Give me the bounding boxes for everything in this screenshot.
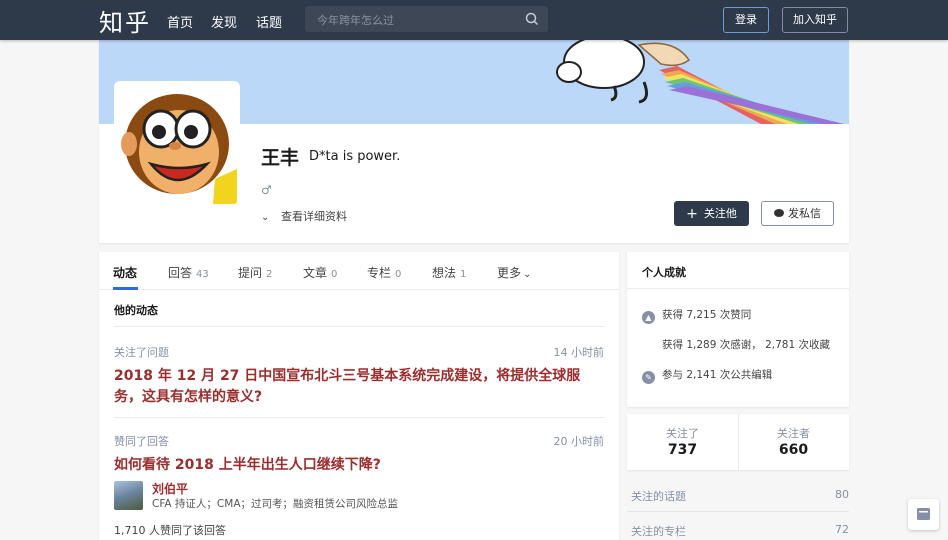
followed-topics-link[interactable]: 关注的话题 80 <box>627 478 849 512</box>
profile-tabs: 动态 回答 43 提问 2 文章 0 专栏 0 想法 1 更多 ⌄ <box>99 252 619 290</box>
achievements-card: 个人成就 ▲ 获得 7,215 次赞同 获得 1,289 次感谢， 2,781 次… <box>627 252 849 407</box>
tab-label: 专栏 <box>367 266 392 280</box>
tab-label: 回答 <box>168 266 193 280</box>
search-placeholder: 今年跨年怎么过 <box>317 14 394 27</box>
top-navbar: 知乎 首页 发现 话题 今年跨年怎么过 登录 加入知乎 <box>0 0 948 40</box>
edit-icon: ✎ <box>642 371 655 384</box>
tab-count: 0 <box>395 269 402 280</box>
user-headline: D*ta is power. <box>309 149 401 164</box>
message-label: 发私信 <box>788 207 821 220</box>
question-title-link[interactable]: 2018 年 12 月 27 日中国宣布北斗三号基本系统完成建设，将提供全球服务… <box>114 366 604 408</box>
divider <box>114 417 604 418</box>
achievement-likes: ▲ 获得 7,215 次赞同 <box>642 307 751 324</box>
chat-bubble-icon <box>774 209 784 217</box>
thumbs-up-icon: ▲ <box>642 311 655 324</box>
tab-count: 0 <box>331 269 338 280</box>
tab-count: 2 <box>266 269 273 280</box>
user-name: 王丰 <box>261 147 300 169</box>
view-details-link[interactable]: ⌄ 查看详细资料 <box>261 208 347 224</box>
plus-icon: + <box>686 206 698 222</box>
achievement-likes-text: 获得 7,215 次赞同 <box>662 309 752 321</box>
tab-articles[interactable]: 文章 0 <box>303 264 337 281</box>
following-label: 关注了 <box>666 427 699 440</box>
answer-likes: 1,710 人赞同了该回答 <box>114 524 226 537</box>
chevron-down-icon: ⌄ <box>261 212 270 223</box>
search-input[interactable]: 今年跨年怎么过 <box>305 6 548 32</box>
question-title-link[interactable]: 如何看待 2018 上半年出生人口继续下降? <box>114 455 604 476</box>
chevron-down-icon: ⌄ <box>523 269 532 280</box>
tab-label: 提问 <box>238 266 263 280</box>
follow-label: 关注他 <box>703 207 737 220</box>
link-label: 关注的专栏 <box>631 525 686 538</box>
link-count: 80 <box>835 488 849 501</box>
divider <box>114 326 604 327</box>
activity-action: 赞同了回答 <box>114 435 169 448</box>
author-avatar[interactable] <box>114 481 143 510</box>
achievement-thanks: 获得 1,289 次感谢， 2,781 次收藏 <box>662 339 830 351</box>
achievement-edits: ✎ 参与 2,141 次公共编辑 <box>642 367 772 384</box>
followers-count[interactable]: 关注者 660 <box>738 414 849 470</box>
section-title: 他的动态 <box>114 304 158 317</box>
search-icon[interactable] <box>524 11 540 27</box>
active-tab-indicator <box>113 287 138 290</box>
nav-discover[interactable]: 发现 <box>211 12 237 31</box>
tab-label: 文章 <box>303 266 328 280</box>
tab-thoughts[interactable]: 想法 1 <box>432 264 466 281</box>
tab-columns[interactable]: 专栏 0 <box>367 264 401 281</box>
tab-activity[interactable]: 动态 <box>113 264 137 281</box>
feedback-button[interactable] <box>908 499 939 530</box>
following-count[interactable]: 关注了 737 <box>627 414 738 470</box>
tab-count: 43 <box>196 269 209 280</box>
tab-label: 想法 <box>432 266 457 280</box>
achievements-title: 个人成就 <box>642 266 686 279</box>
divider <box>627 288 849 289</box>
book-icon <box>917 508 930 520</box>
join-button[interactable]: 加入知乎 <box>782 7 848 33</box>
activity-action: 关注了问题 <box>114 346 169 359</box>
follow-button[interactable]: + 关注他 <box>674 201 749 226</box>
avatar <box>114 81 240 207</box>
achievement-edits-text: 参与 2,141 次公共编辑 <box>662 369 773 381</box>
followers-label: 关注者 <box>777 427 810 440</box>
author-name-link[interactable]: 刘伯平 <box>152 480 188 497</box>
following-number: 737 <box>667 442 698 458</box>
tab-count: 1 <box>460 269 467 280</box>
tab-label: 更多 <box>497 266 522 280</box>
link-label: 关注的话题 <box>631 490 686 503</box>
details-label: 查看详细资料 <box>281 210 347 223</box>
activity-time: 20 小时前 <box>553 435 605 448</box>
followers-number: 660 <box>778 442 809 458</box>
profile-header: 王丰 D*ta is power. ♂ ⌄ 查看详细资料 + 关注他 发私信 <box>99 40 849 243</box>
tab-label: 动态 <box>113 266 138 280</box>
link-count: 72 <box>835 523 849 536</box>
author-bio: CFA 持证人；CMA；过司考；融资租赁公司风险总监 <box>152 498 399 510</box>
zhihu-logo[interactable]: 知乎 <box>99 3 151 38</box>
nav-home[interactable]: 首页 <box>167 12 193 31</box>
activity-time: 14 小时前 <box>553 346 605 359</box>
tab-questions[interactable]: 提问 2 <box>238 264 272 281</box>
message-button[interactable]: 发私信 <box>761 201 834 226</box>
followed-columns-link[interactable]: 关注的专栏 72 <box>627 513 849 540</box>
gender-male-icon: ♂ <box>261 183 272 197</box>
tab-more[interactable]: 更多 ⌄ <box>497 264 531 281</box>
login-button[interactable]: 登录 <box>723 7 769 33</box>
activity-feed: 动态 回答 43 提问 2 文章 0 专栏 0 想法 1 更多 ⌄ 他的动态 关注了问题 1… <box>99 252 619 540</box>
tab-answers[interactable]: 回答 43 <box>168 264 209 281</box>
follow-counts-card: 关注了 737 关注者 660 <box>627 414 849 470</box>
nav-topics[interactable]: 话题 <box>256 12 282 31</box>
